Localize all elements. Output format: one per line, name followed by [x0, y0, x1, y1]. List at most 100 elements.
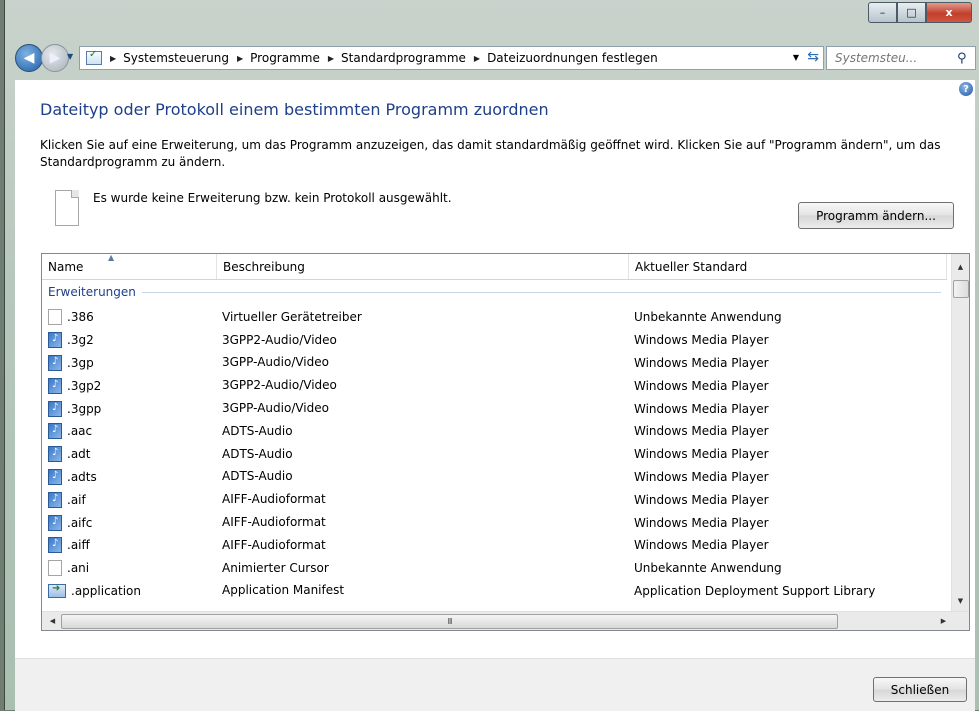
cell-name: .3gp2 [48, 374, 101, 397]
help-icon[interactable]: ? [959, 82, 973, 96]
breadcrumb-standardprogramme[interactable]: Standardprogramme [341, 51, 466, 65]
cell-current-default: Windows Media Player [634, 355, 769, 370]
search-input[interactable] [833, 50, 955, 66]
extension-name: .adt [67, 447, 91, 462]
cell-description: 3GPP2-Audio/Video [222, 378, 337, 393]
blank-file-icon [48, 560, 62, 577]
extension-name: .ani [67, 561, 90, 576]
table-row[interactable]: .aac ADTS-Audio Windows Media Player [42, 420, 947, 443]
table-row[interactable]: .aifc AIFF-Audioformat Windows Media Playe… [42, 511, 947, 534]
cell-name: .3g2 [48, 329, 94, 352]
cell-current-default: Windows Media Player [634, 333, 769, 348]
scroll-left-icon[interactable]: ◀ [44, 612, 61, 630]
column-header-label: Name [48, 259, 84, 274]
media-file-icon [48, 446, 62, 463]
breadcrumb-programme[interactable]: Programme [250, 51, 320, 65]
cell-name: .aiff [48, 534, 90, 557]
change-program-button[interactable]: Programm ändern... [798, 202, 954, 229]
table-row[interactable]: .3g2 3GPP2-Audio/Video Windows Media Playe… [42, 329, 947, 352]
column-header-description[interactable]: Beschreibung [217, 254, 629, 279]
application-icon [48, 583, 66, 598]
list-rows: .386 Virtueller Gerätetreiber Unbekannte A… [42, 306, 947, 602]
cell-description: ADTS-Audio [222, 446, 293, 461]
horizontal-scrollbar[interactable]: ◀ III ▶ [42, 611, 969, 630]
breadcrumb-dateizuordnungen[interactable]: Dateizuordnungen festlegen [487, 51, 658, 65]
extension-name: .aif [67, 492, 86, 507]
search-icon[interactable]: ⚲ [957, 51, 967, 66]
close-button[interactable]: Schließen [873, 677, 967, 702]
extension-name: .adts [67, 469, 97, 484]
search-box[interactable]: ⚲ [826, 46, 976, 70]
association-list[interactable]: Name ▲ Beschreibung Aktueller Standard E… [41, 253, 970, 631]
table-row[interactable]: .3gp 3GPP-Audio/Video Windows Media Player [42, 352, 947, 375]
breadcrumb-arrow-icon[interactable]: ▶ [237, 54, 243, 63]
cell-description: AIFF-Audioformat [222, 537, 326, 552]
caption-buttons: – □ x [868, 2, 972, 23]
forward-button[interactable]: ▶ [41, 44, 69, 72]
extension-name: .3gp2 [67, 378, 102, 393]
table-row[interactable]: .adts ADTS-Audio Windows Media Player [42, 466, 947, 489]
scroll-down-icon[interactable]: ▼ [952, 592, 969, 609]
breadcrumb-arrow-icon[interactable]: ▶ [110, 54, 116, 63]
address-dropdown-icon[interactable]: ▼ [793, 53, 799, 62]
breadcrumb-systemsteuerung[interactable]: Systemsteuerung [123, 51, 229, 65]
cell-name: .adt [48, 443, 91, 466]
scroll-up-icon[interactable]: ▲ [952, 258, 969, 275]
vertical-scroll-thumb[interactable] [953, 280, 969, 298]
vertical-scrollbar[interactable]: ▲ ▼ [951, 254, 969, 611]
list-header: Name ▲ Beschreibung Aktueller Standard [42, 254, 947, 280]
table-row[interactable]: .aif AIFF-Audioformat Windows Media Player [42, 488, 947, 511]
maximize-button[interactable]: □ [897, 2, 926, 23]
media-file-icon [48, 332, 62, 349]
extension-name: .386 [67, 310, 94, 325]
cell-name: .adts [48, 466, 97, 489]
cell-name: .3gp [48, 352, 94, 375]
cell-name: .aac [48, 420, 92, 443]
extension-name: .aifc [67, 515, 93, 530]
cell-description: Animierter Cursor [222, 560, 329, 575]
extension-name: .aac [67, 424, 93, 439]
cell-current-default: Windows Media Player [634, 538, 769, 553]
media-file-icon [48, 354, 62, 371]
table-row[interactable]: .ani Animierter Cursor Unbekannte Anwendun… [42, 557, 947, 580]
extension-name: .3gpp [67, 401, 102, 416]
scroll-right-icon[interactable]: ▶ [935, 612, 952, 630]
minimize-button[interactable]: – [868, 2, 897, 23]
column-header-name[interactable]: Name ▲ [42, 254, 217, 279]
cell-name: .386 [48, 306, 94, 329]
back-button[interactable]: ◀ [15, 44, 43, 72]
cell-name: .ani [48, 557, 89, 580]
table-row[interactable]: .3gp2 3GPP2-Audio/Video Windows Media Play… [42, 374, 947, 397]
page-title: Dateityp oder Protokoll einem bestimmten… [40, 100, 549, 119]
cell-description: 3GPP-Audio/Video [222, 401, 329, 416]
cell-current-default: Windows Media Player [634, 424, 769, 439]
window: – □ x ◀ ▶ ▼ ▶ Systemsteuerung ▶ Programm… [4, 0, 979, 711]
table-row[interactable]: .applicationApplication ManifestApplicat… [42, 580, 947, 603]
column-header-label: Aktueller Standard [635, 259, 748, 274]
extension-name: .3g2 [67, 333, 94, 348]
group-header-extensions[interactable]: Erweiterungen [42, 282, 947, 302]
close-window-button[interactable]: x [926, 2, 972, 23]
extension-name: .application [71, 583, 142, 598]
cell-current-default: Windows Media Player [634, 447, 769, 462]
cell-current-default: Unbekannte Anwendung [634, 310, 782, 325]
column-header-current-default[interactable]: Aktueller Standard [629, 254, 947, 279]
media-file-icon [48, 423, 62, 440]
cell-current-default: Application Deployment Support Library [634, 583, 876, 598]
address-bar[interactable]: ▶ Systemsteuerung ▶ Programme ▶ Standard… [79, 46, 824, 70]
cell-current-default: Windows Media Player [634, 492, 769, 507]
media-file-icon [48, 537, 62, 554]
refresh-icon[interactable]: ⇆ [807, 49, 819, 65]
breadcrumb-arrow-icon[interactable]: ▶ [474, 54, 480, 63]
breadcrumb-arrow-icon[interactable]: ▶ [328, 54, 334, 63]
media-file-icon [48, 514, 62, 531]
cell-current-default: Windows Media Player [634, 378, 769, 393]
table-row[interactable]: .adt ADTS-Audio Windows Media Player [42, 443, 947, 466]
table-row[interactable]: .3gpp 3GPP-Audio/Video Windows Media Playe… [42, 397, 947, 420]
table-row[interactable]: .aiff AIFF-Audioformat Windows Media Playe… [42, 534, 947, 557]
table-row[interactable]: .386 Virtueller Gerätetreiber Unbekannte A… [42, 306, 947, 329]
recent-pages-dropdown-icon[interactable]: ▼ [67, 52, 73, 61]
media-file-icon [48, 400, 62, 417]
column-header-label: Beschreibung [223, 259, 305, 274]
horizontal-scroll-thumb[interactable]: III [61, 614, 838, 629]
